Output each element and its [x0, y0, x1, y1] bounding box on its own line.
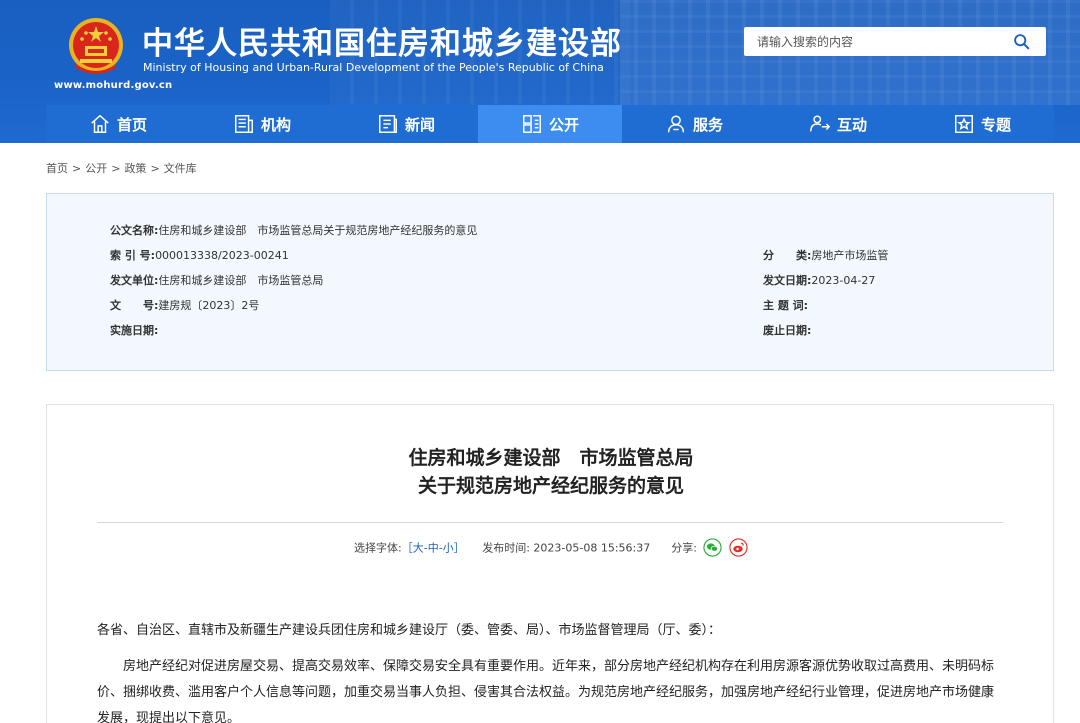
service-icon [667, 115, 685, 133]
article-panel: 住房和城乡建设部 市场监管总局 关于规范房地产经纪服务的意见 选择字体:［大-中… [46, 404, 1054, 723]
article-title-line2: 关于规范房地产经纪服务的意见 [417, 475, 684, 497]
nav-item-open[interactable]: 公开 [478, 105, 622, 143]
share-label: 分享: [671, 541, 697, 555]
nav-item-service[interactable]: 服务 [622, 105, 766, 143]
news-icon [379, 115, 397, 133]
article-paragraph: 房地产经纪对促进房屋交易、提高交易效率、保障交易安全具有重要作用。近年来，部分房… [97, 659, 995, 723]
meta-effective-date: 实施日期: [110, 324, 159, 337]
article-info-bar: 选择字体:［大-中-小］ 发布时间: 2023-05-08 15:56:37 分… [47, 538, 1055, 558]
index-value: 000013338/2023-00241 [155, 249, 289, 262]
nav-item-topic[interactable]: 专题 [910, 105, 1054, 143]
search-icon[interactable] [1013, 33, 1030, 50]
nav-item-interact[interactable]: 互动 [766, 105, 910, 143]
open-icon [523, 115, 541, 133]
font-size-medium-link[interactable]: 中 [428, 542, 439, 555]
site-title[interactable]: 中华人民共和国住房和城乡建设部 [142, 18, 622, 63]
doc-no-value: 建房规〔2023〕2号 [158, 299, 260, 312]
topic-icon [955, 115, 973, 133]
breadcrumb-home[interactable]: 首页 [46, 162, 68, 175]
article-title-line1: 住房和城乡建设部 市场监管总局 [408, 447, 694, 469]
nav-item-home[interactable]: 首页 [46, 105, 190, 143]
meta-doc-name: 公文名称:住房和城乡建设部 市场监管总局关于规范房地产经纪服务的意见 [110, 224, 478, 237]
home-icon [91, 114, 109, 133]
category-value: 房地产市场监管 [811, 249, 889, 262]
nav-label: 新闻 [404, 115, 435, 134]
nav-label: 专题 [980, 115, 1011, 134]
meta-issuer: 发文单位:住房和城乡建设部 市场监管总局 [110, 274, 324, 287]
meta-category: 分 类:房地产市场监管 [763, 249, 889, 262]
font-size-label: 选择字体: [354, 541, 402, 555]
publish-time-value: 2023-05-08 15:56:37 [533, 541, 651, 555]
breadcrumb-open[interactable]: 公开 [85, 162, 107, 175]
org-icon [235, 115, 253, 133]
wechat-share-icon[interactable] [703, 538, 723, 557]
search-input[interactable] [744, 27, 1004, 56]
meta-keywords: 主 题 词: [763, 299, 809, 312]
breadcrumb: 首页 > 公开 > 政策 > 文件库 [46, 162, 197, 175]
document-meta-box: 公文名称:住房和城乡建设部 市场监管总局关于规范房地产经纪服务的意见 索 引 号… [46, 193, 1054, 371]
nav-label: 公开 [548, 115, 579, 134]
nav-label: 服务 [692, 115, 723, 134]
search-box [744, 27, 1046, 56]
site-subtitle: Ministry of Housing and Urban-Rural Deve… [143, 61, 604, 74]
breadcrumb-library[interactable]: 文件库 [164, 162, 197, 175]
issuer-value: 住房和城乡建设部 市场监管总局 [158, 274, 324, 287]
nav-label: 首页 [116, 115, 147, 134]
font-size-bracket-close: ］ [453, 541, 465, 555]
title-divider [97, 522, 1003, 523]
meta-expire-date: 废止日期: [763, 324, 812, 337]
article-salutation: 各省、自治区、直辖市及新疆生产建设兵团住房和城乡建设厅（委、管委、局）、市场监督… [97, 623, 722, 638]
font-size-small-link[interactable]: 小 [443, 542, 454, 555]
nav-item-org[interactable]: 机构 [190, 105, 334, 143]
meta-doc-no: 文 号:建房规〔2023〕2号 [110, 299, 260, 312]
publish-time-label: 发布时间: [482, 541, 530, 555]
national-emblem-icon[interactable] [66, 16, 126, 78]
nav-item-news[interactable]: 新闻 [334, 105, 478, 143]
site-domain: www.mohurd.gov.cn [54, 80, 173, 91]
font-size-bracket-open: ［ [401, 541, 413, 555]
doc-name-value: 住房和城乡建设部 市场监管总局关于规范房地产经纪服务的意见 [158, 224, 478, 237]
nav-label: 机构 [260, 115, 291, 134]
main-nav: 首页 机构 新闻 公开 服务 互动 专题 [46, 105, 1054, 143]
interact-icon [810, 115, 831, 132]
nav-label: 互动 [836, 115, 867, 134]
meta-index: 索 引 号:000013338/2023-00241 [110, 249, 289, 262]
breadcrumb-policy[interactable]: 政策 [124, 162, 146, 175]
meta-issue-date: 发文日期:2023-04-27 [763, 274, 876, 287]
issue-date-value: 2023-04-27 [811, 274, 876, 287]
site-header: www.mohurd.gov.cn 中华人民共和国住房和城乡建设部 Minist… [0, 0, 1080, 143]
font-size-large-link[interactable]: 大 [413, 542, 424, 555]
weibo-share-icon[interactable] [729, 538, 748, 557]
